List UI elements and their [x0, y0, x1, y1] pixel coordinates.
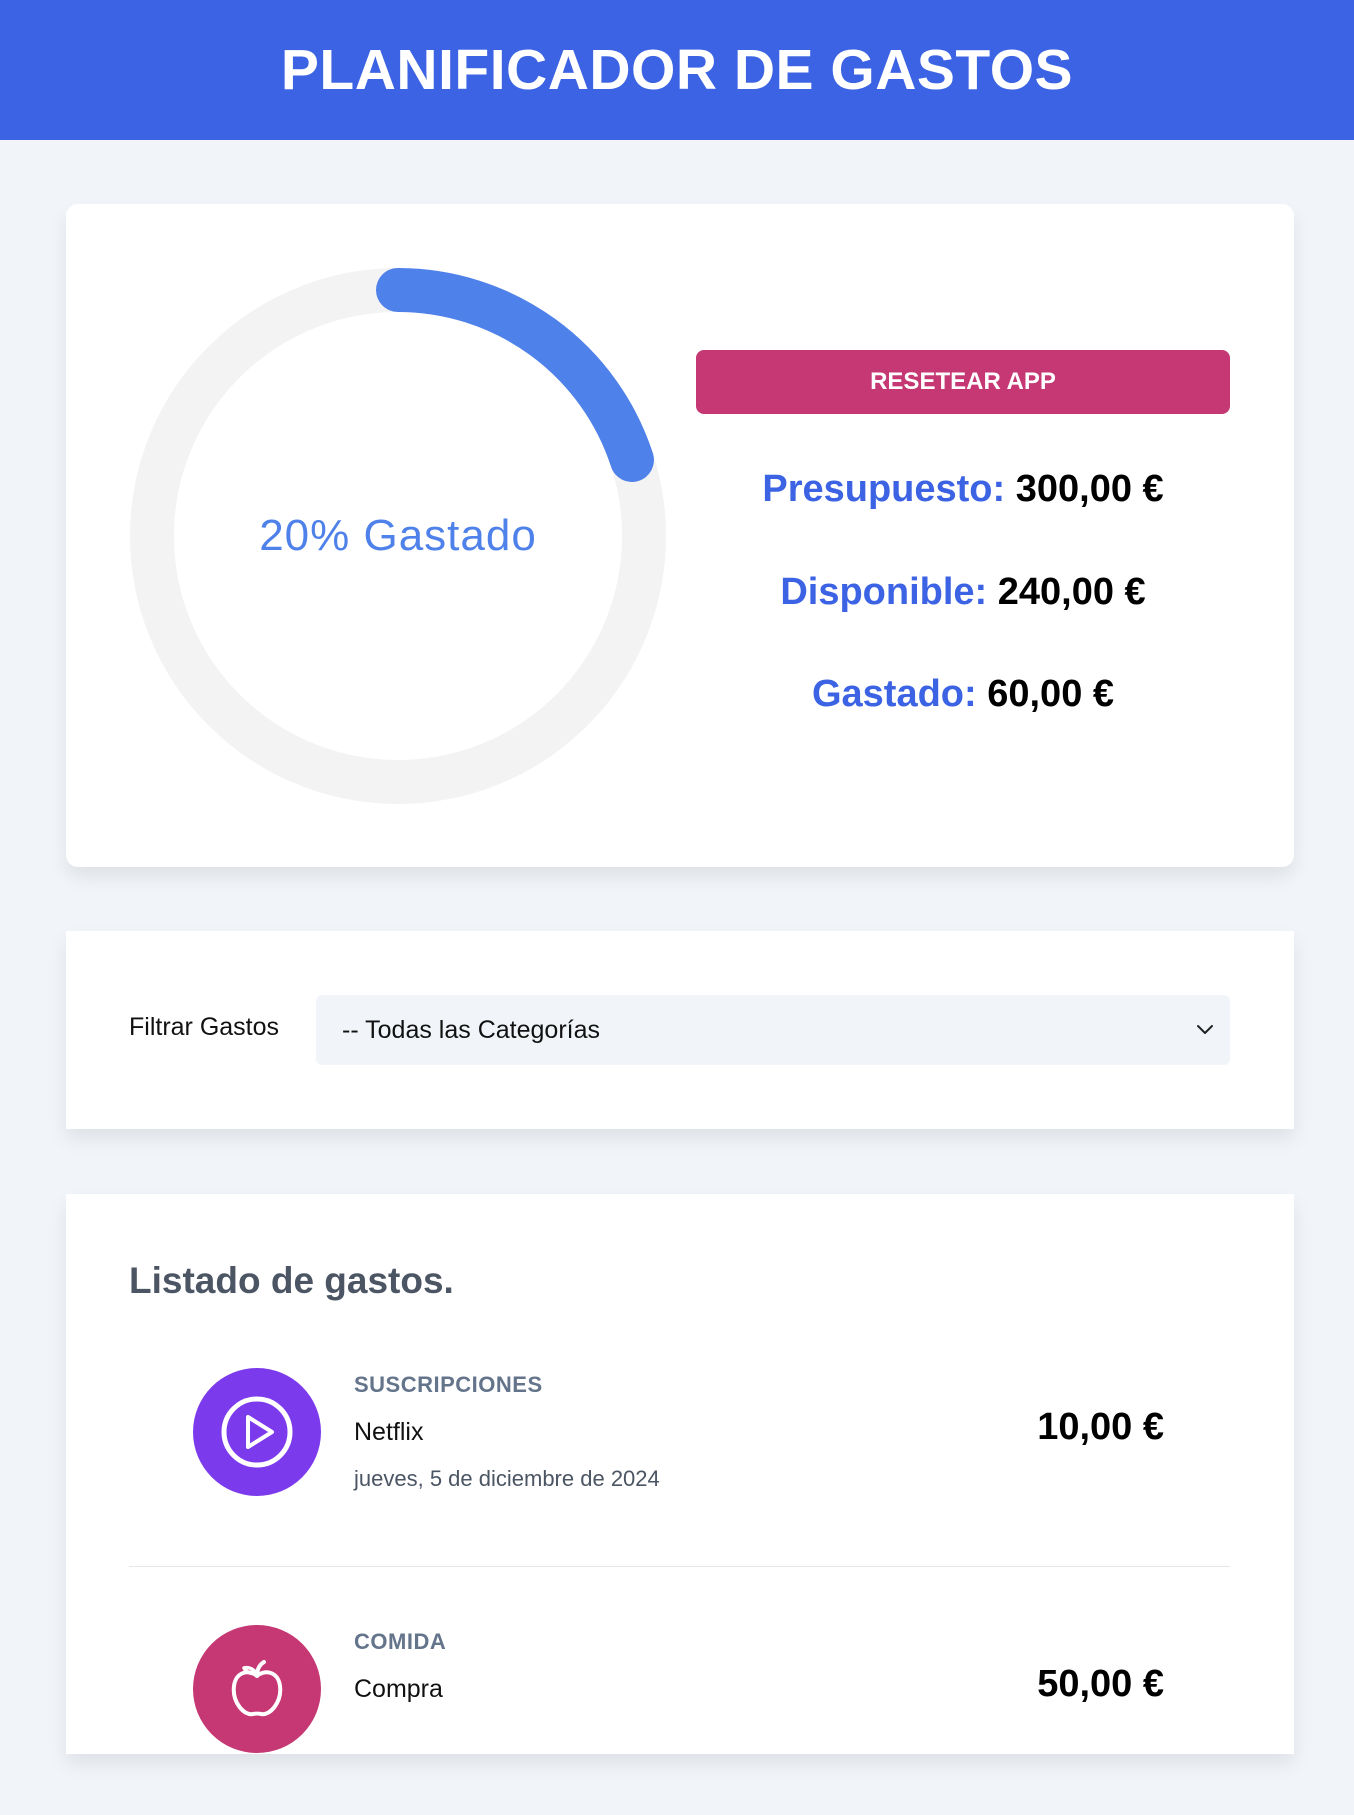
- expense-name: Compra: [354, 1675, 443, 1703]
- expense-date: jueves, 5 de diciembre de 2024: [354, 1466, 660, 1491]
- spent-progress-ring: 20% Gastado: [130, 268, 666, 804]
- expense-list-card: Listado de gastos. SUSCRIPCIONES Netflix…: [66, 1194, 1294, 1754]
- presupuesto-value: 300,00 €: [1015, 468, 1164, 510]
- apple-icon: [231, 1660, 283, 1717]
- disponible-value: 240,00 €: [997, 571, 1146, 613]
- filter-label: Filtrar Gastos: [129, 1013, 280, 1041]
- reset-app-button[interactable]: RESETEAR APP: [696, 350, 1230, 414]
- presupuesto-label: Presupuesto:: [762, 468, 1006, 510]
- chevron-down-icon: [1197, 1025, 1213, 1034]
- category-icon-badge: [193, 1625, 321, 1753]
- expense-category: SUSCRIPCIONES: [354, 1372, 543, 1397]
- app-title: PLANIFICADOR DE GASTOS: [280, 38, 1074, 102]
- stat-gastado: Gastado: 60,00 €: [696, 673, 1230, 716]
- expense-list-title: Listado de gastos.: [129, 1260, 454, 1301]
- gastado-label: Gastado:: [811, 673, 977, 715]
- expense-amount: 10,00 €: [1037, 1406, 1164, 1448]
- budget-card: 20% Gastado RESETEAR APP Presupuesto: 30…: [66, 204, 1294, 867]
- stat-presupuesto: Presupuesto: 300,00 €: [696, 468, 1230, 511]
- expense-category: COMIDA: [354, 1629, 447, 1654]
- category-filter-select[interactable]: -- Todas las Categorías: [316, 995, 1230, 1065]
- disponible-label: Disponible:: [780, 571, 988, 613]
- expense-item[interactable]: COMIDA Compra 50,00 €: [129, 1615, 1230, 1815]
- expense-name: Netflix: [354, 1418, 424, 1446]
- play-icon: [221, 1396, 293, 1468]
- stat-disponible: Disponible: 240,00 €: [696, 571, 1230, 614]
- category-filter-value: -- Todas las Categorías: [342, 1015, 600, 1044]
- expense-amount: 50,00 €: [1037, 1663, 1164, 1705]
- category-icon-badge: [193, 1368, 321, 1496]
- filter-card: Filtrar Gastos -- Todas las Categorías: [66, 931, 1294, 1129]
- progress-label: 20% Gastado: [259, 511, 537, 560]
- expense-item[interactable]: SUSCRIPCIONES Netflix jueves, 5 de dicie…: [129, 1358, 1230, 1567]
- app-header: PLANIFICADOR DE GASTOS: [0, 0, 1354, 140]
- gastado-value: 60,00 €: [987, 673, 1115, 715]
